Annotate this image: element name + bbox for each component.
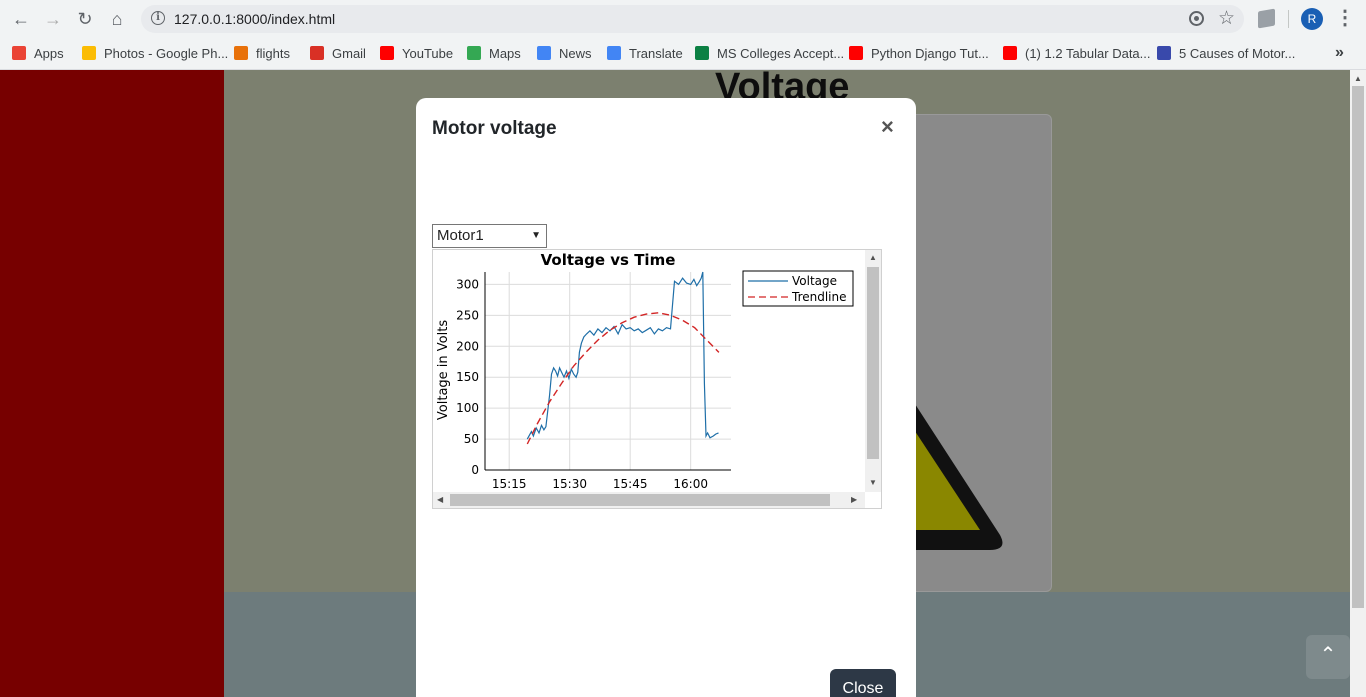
url-text[interactable]: 127.0.0.1:8000/index.html [174,11,335,27]
bookmark-item[interactable]: Apps [12,44,64,64]
chart-legend: Voltage Trendline [742,270,854,307]
bookmark-item[interactable]: Maps [467,44,521,64]
motor-voltage-modal: Motor voltage × Motor1 ▼ 0 50 100 150 200 250… [416,98,916,697]
chart-horizontal-scrollbar[interactable]: ◀ ▶ [433,492,865,508]
scroll-to-top-button[interactable]: ⌃ [1306,635,1350,679]
scroll-right-icon[interactable]: ▶ [851,495,857,504]
back-icon[interactable]: ← [8,6,34,32]
home-icon[interactable]: ⌂ [104,6,130,32]
bookmark-label: MS Colleges Accept... [717,46,845,61]
bookmark-favicon-icon [12,46,26,60]
x-tick-label: 15:30 [552,477,587,491]
modal-title: Motor voltage [432,118,557,139]
bookmark-item[interactable]: Gmail [310,44,366,64]
browser-menu-icon[interactable]: ⋮ [1335,6,1355,32]
bookmark-favicon-icon [467,46,481,60]
bookmark-label: flights [256,46,290,61]
bookmark-item[interactable]: flights [234,44,290,64]
scroll-left-icon[interactable]: ◀ [437,495,443,504]
page-scrollbar-thumb[interactable] [1352,86,1364,608]
bookmark-favicon-icon [607,46,621,60]
bookmark-label: Translate [629,46,683,61]
bookmark-label: Gmail [332,46,366,61]
bookmark-favicon-icon [1157,46,1171,60]
bookmark-label: Maps [489,46,521,61]
bookmark-item[interactable]: News [537,44,592,64]
bookmark-label: (1) 1.2 Tabular Data... [1025,46,1151,61]
y-tick-label: 250 [456,308,479,322]
bookmark-label: 5 Causes of Motor... [1179,46,1296,61]
legend-label: Trendline [791,290,847,304]
bookmark-item[interactable]: YouTube [380,44,453,64]
scroll-down-icon[interactable]: ▼ [869,478,877,487]
toolbar-divider [1288,10,1289,28]
bookmark-label: Photos - Google Ph... [104,46,229,61]
bookmark-item[interactable]: (1) 1.2 Tabular Data... [1003,44,1151,64]
bookmark-favicon-icon [380,46,394,60]
bookmark-favicon-icon [310,46,324,60]
bookmark-label: YouTube [402,46,454,61]
bookmark-favicon-icon [82,46,96,60]
chart-hscroll-thumb[interactable] [450,494,830,506]
bookmarks-bar: Apps Photos - Google Ph... flights Gmail You… [0,38,1366,70]
chart-vscroll-thumb[interactable] [867,267,879,459]
series-line-voltage [526,271,719,440]
y-tick-label: 300 [456,277,479,291]
y-tick-label: 200 [456,339,479,353]
bookmark-item[interactable]: 5 Causes of Motor... [1157,44,1295,64]
legend-label: Voltage [792,274,837,288]
more-bookmarks-icon[interactable]: » [1335,44,1344,62]
x-tick-label: 15:45 [613,477,648,491]
chart-title: Voltage vs Time [541,251,676,269]
chevron-down-icon: ▼ [531,230,541,241]
bookmark-favicon-icon [695,46,709,60]
page-scrollbar[interactable]: ▲ [1350,70,1366,697]
x-tick-label: 16:00 [673,477,708,491]
bookmark-item[interactable]: Photos - Google Ph... [82,44,228,64]
bookmark-favicon-icon [1003,46,1017,60]
sidebar [0,70,224,697]
bookmark-item[interactable]: Translate [607,44,683,64]
close-button[interactable]: Close [830,669,896,697]
browser-toolbar: ← → ↻ ⌂ i 127.0.0.1:8000/index.html ☆ R … [0,0,1366,38]
scroll-up-icon[interactable]: ▲ [1354,74,1362,83]
y-tick-label: 0 [471,463,479,477]
bookmark-label: News [559,46,592,61]
extension-icon[interactable] [1258,8,1275,29]
bookmark-favicon-icon [537,46,551,60]
x-tick-label: 15:15 [492,477,527,491]
y-tick-label: 100 [456,401,479,415]
chart-vertical-scrollbar[interactable]: ▲ ▼ [865,250,881,492]
site-info-icon[interactable]: i [151,11,165,25]
bookmark-star-icon[interactable]: ☆ [1218,7,1235,30]
y-tick-label: 50 [464,432,479,446]
reload-icon[interactable]: ↻ [72,6,98,32]
bookmark-item[interactable]: Python Django Tut... [849,44,989,64]
location-icon[interactable] [1189,11,1204,26]
motor-select-value: Motor1 [437,227,484,244]
motor-select[interactable]: Motor1 ▼ [432,224,547,248]
address-bar[interactable]: i 127.0.0.1:8000/index.html ☆ [141,5,1244,33]
close-icon[interactable]: × [881,116,894,138]
chart-frame: 0 50 100 150 200 250 300 15:15 15:30 15:45 16:00 V… [432,249,882,509]
bookmark-label: Python Django Tut... [871,46,989,61]
page-content: Voltage ▲ ⌃ Motor voltage × Motor1 ▼ 0 50… [0,70,1366,697]
bookmark-item[interactable]: MS Colleges Accept... [695,44,844,64]
voltage-chart: 0 50 100 150 200 250 300 15:15 15:30 15:45 16:00 V… [436,251,854,491]
series-line-trendline [526,312,720,445]
y-tick-label: 150 [456,370,479,384]
profile-avatar[interactable]: R [1301,8,1323,30]
bookmark-favicon-icon [849,46,863,60]
bookmark-label: Apps [34,46,64,61]
scroll-up-icon[interactable]: ▲ [869,253,877,262]
bookmark-favicon-icon [234,46,248,60]
forward-icon[interactable]: → [40,6,66,32]
chart-ylabel: Voltage in Volts [436,320,451,420]
